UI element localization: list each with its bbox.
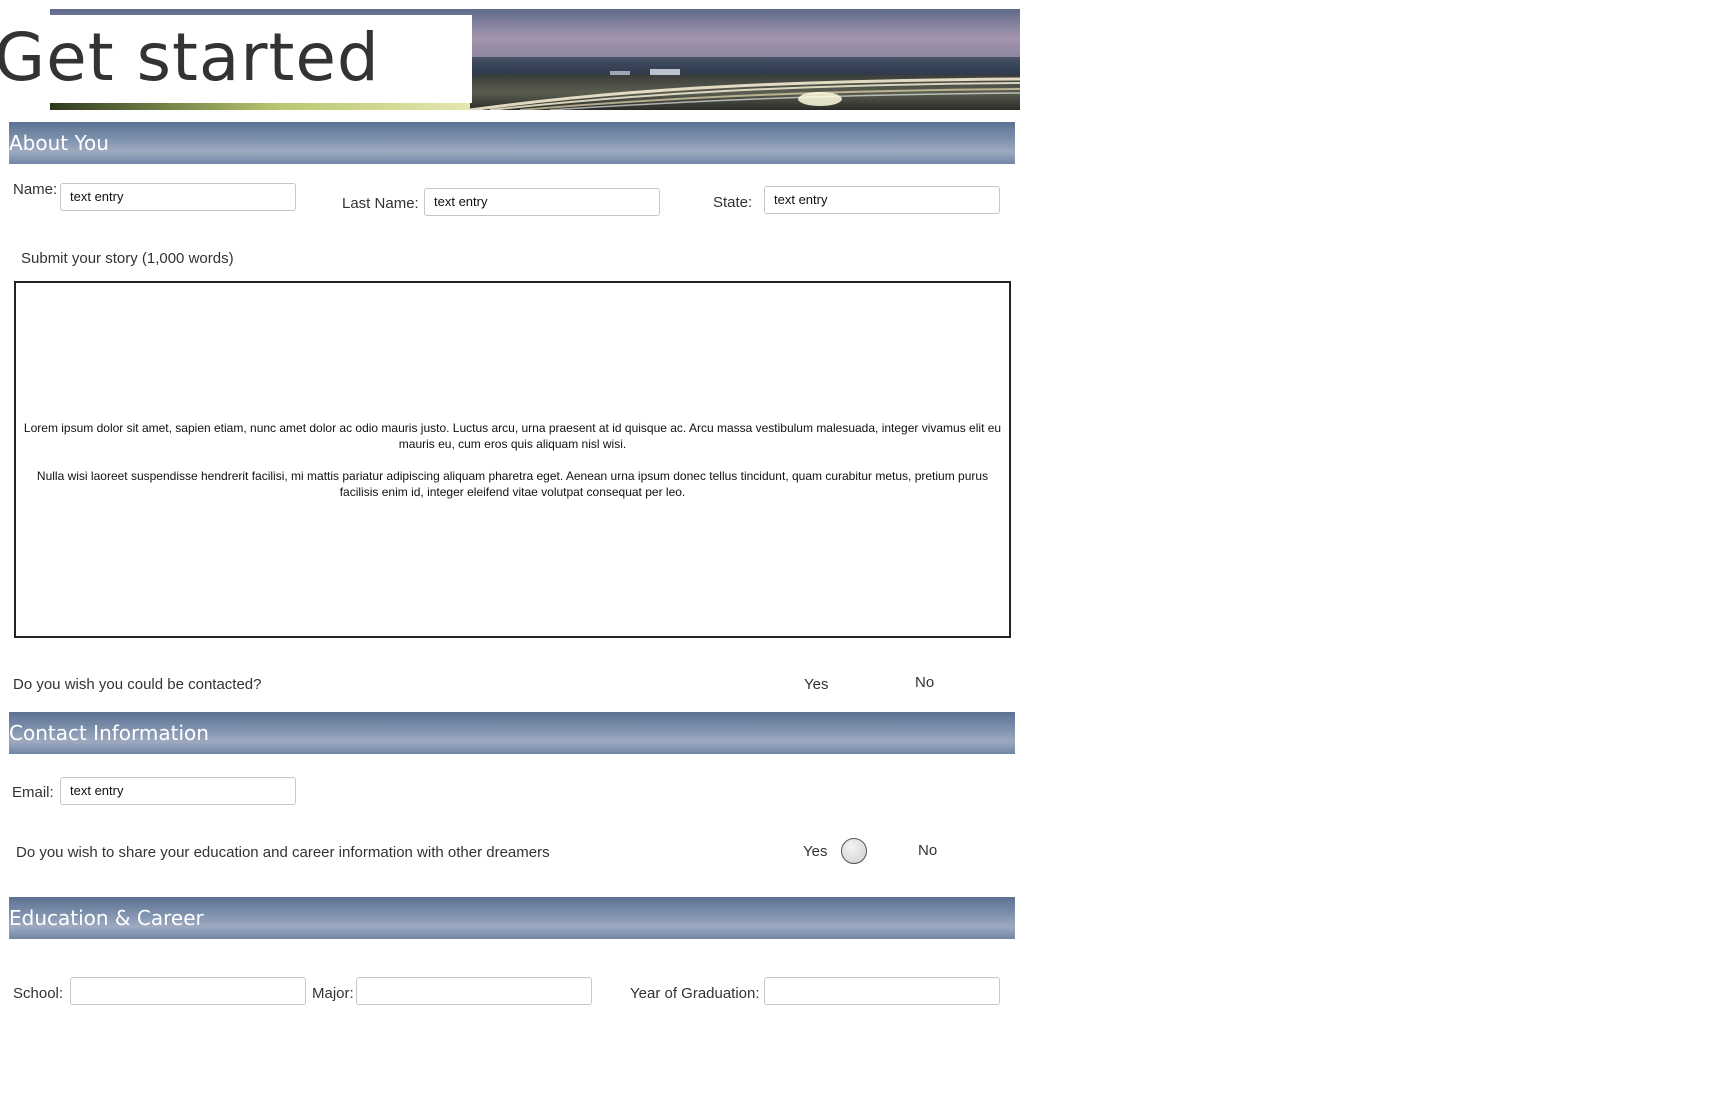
school-label: School: bbox=[13, 985, 64, 1002]
year-of-graduation-input[interactable] bbox=[764, 977, 1000, 1005]
school-input[interactable] bbox=[70, 977, 306, 1005]
section-header-about-you: About You bbox=[9, 122, 1015, 164]
radio-button-icon[interactable] bbox=[841, 838, 867, 864]
share-yes-label: Yes bbox=[803, 843, 828, 860]
last-name-label: Last Name: bbox=[342, 195, 419, 212]
name-label: Name: bbox=[13, 181, 58, 198]
major-input[interactable] bbox=[356, 977, 592, 1005]
story-label: Submit your story (1,000 words) bbox=[21, 250, 234, 267]
state-label: State: bbox=[713, 194, 753, 211]
share-no-option[interactable]: No bbox=[918, 842, 937, 859]
story-paragraph-1: Lorem ipsum dolor sit amet, sapien etiam… bbox=[23, 420, 1002, 451]
contact-question: Do you wish you could be contacted? bbox=[13, 676, 262, 693]
email-input[interactable]: text entry bbox=[60, 777, 296, 805]
major-label: Major: bbox=[312, 985, 354, 1002]
email-label: Email: bbox=[12, 784, 54, 801]
contact-yes-option[interactable]: Yes bbox=[804, 676, 828, 693]
section-header-education-career: Education & Career bbox=[9, 897, 1015, 939]
year-of-graduation-label: Year of Graduation: bbox=[630, 985, 760, 1002]
page-title: Get started bbox=[0, 19, 380, 96]
section-header-contact-information: Contact Information bbox=[9, 712, 1015, 754]
story-paragraph-2: Nulla wisi laoreet suspendisse hendrerit… bbox=[36, 468, 989, 499]
state-input[interactable]: text entry bbox=[764, 186, 1000, 214]
share-question: Do you wish to share your education and … bbox=[16, 844, 550, 861]
contact-no-option[interactable]: No bbox=[915, 674, 934, 691]
story-textarea[interactable]: Lorem ipsum dolor sit amet, sapien etiam… bbox=[14, 281, 1011, 638]
name-input[interactable]: text entry bbox=[60, 183, 296, 211]
last-name-input[interactable]: text entry bbox=[424, 188, 660, 216]
